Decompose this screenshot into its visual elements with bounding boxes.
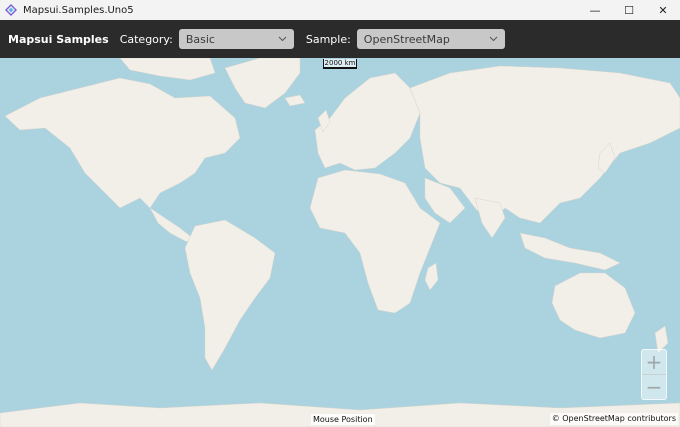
world-map-tiles — [0, 58, 680, 427]
map-view[interactable]: 2000 km + − Mouse Position © OpenStreetM… — [0, 58, 680, 427]
minimize-button[interactable]: — — [578, 0, 612, 20]
india-land — [474, 197, 506, 239]
europe-land — [314, 72, 421, 171]
iceland-land — [284, 94, 306, 107]
zoom-in-button[interactable]: + — [642, 350, 666, 374]
north-america-land — [4, 77, 241, 209]
window-controls: — ☐ ✕ — [578, 0, 680, 20]
se-asia-islands-land — [519, 232, 621, 271]
scale-bar: 2000 km — [323, 59, 357, 69]
window-title: Mapsui.Samples.Uno5 — [23, 4, 134, 16]
sample-label: Sample: — [305, 32, 351, 46]
attribution-label: © OpenStreetMap contributors — [549, 413, 678, 425]
africa-land — [309, 169, 441, 314]
zoom-out-button[interactable]: − — [642, 375, 666, 399]
app-logo-icon — [5, 4, 17, 16]
zoom-control: + − — [641, 349, 667, 400]
sample-select-value: OpenStreetMap — [363, 32, 450, 46]
close-button[interactable]: ✕ — [646, 0, 680, 20]
madagascar-land — [424, 262, 439, 291]
category-select[interactable]: Basic — [178, 29, 294, 49]
central-america-land — [149, 207, 196, 244]
chevron-down-icon — [489, 36, 498, 42]
title-bar: Mapsui.Samples.Uno5 — ☐ ✕ — [0, 0, 680, 20]
maximize-button[interactable]: ☐ — [612, 0, 646, 20]
category-select-value: Basic — [185, 32, 215, 46]
app-name: Mapsui Samples — [8, 32, 109, 46]
category-label: Category: — [119, 32, 173, 46]
australia-land — [551, 272, 636, 339]
toolbar: Mapsui Samples Category: Basic Sample: O… — [0, 20, 680, 58]
arctic-islands-land — [119, 58, 216, 81]
chevron-down-icon — [278, 36, 287, 42]
south-america-land — [184, 219, 276, 371]
mouse-position-label: Mouse Position — [311, 414, 375, 425]
sample-select[interactable]: OpenStreetMap — [356, 29, 505, 49]
